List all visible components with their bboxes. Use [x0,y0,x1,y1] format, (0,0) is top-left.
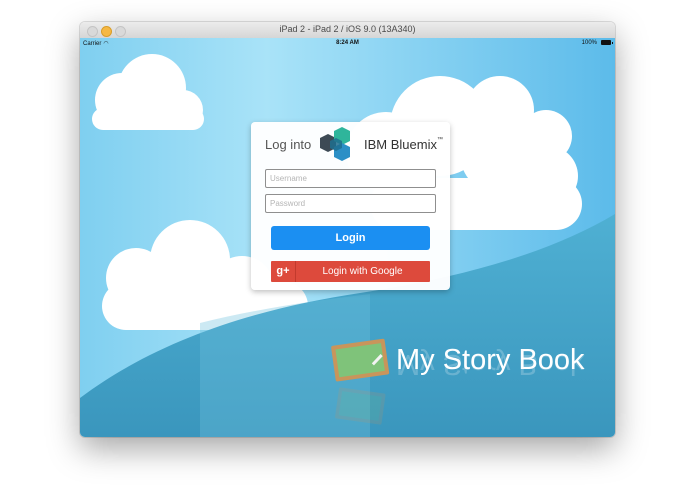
window-title: iPad 2 - iPad 2 / iOS 9.0 (13A340) [279,24,416,34]
battery-icon [601,40,613,45]
username-input[interactable] [265,169,436,188]
google-login-label: Login with Google [322,266,403,277]
google-plus-icon: g+ [271,261,296,282]
battery-percent: 100% [581,40,597,46]
chalkboard-icon [331,338,390,382]
password-input[interactable] [265,194,436,213]
login-card: Log into IBM Bluemix™ Login g+ Login wit… [251,122,450,290]
google-login-button[interactable]: g+ Login with Google [271,261,430,282]
title-bar: iPad 2 - iPad 2 / iOS 9.0 (13A340) [80,22,615,39]
status-bar: Carrier ◠ 8:24 AM 100% [80,38,615,48]
login-button[interactable]: Login [271,226,430,250]
simulator-window: iPad 2 - iPad 2 / iOS 9.0 (13A340) Carri… [80,22,615,437]
app-name: My Story Book [396,344,585,376]
login-title: Log into [265,137,312,152]
bluemix-logo-icon [320,127,350,161]
ipad-screen: Carrier ◠ 8:24 AM 100% Log into IBM Bluem… [80,38,615,437]
chalkboard-reflection-icon [335,387,386,425]
bluemix-wordmark: IBM Bluemix™ [364,137,443,152]
clock: 8:24 AM [336,40,359,46]
